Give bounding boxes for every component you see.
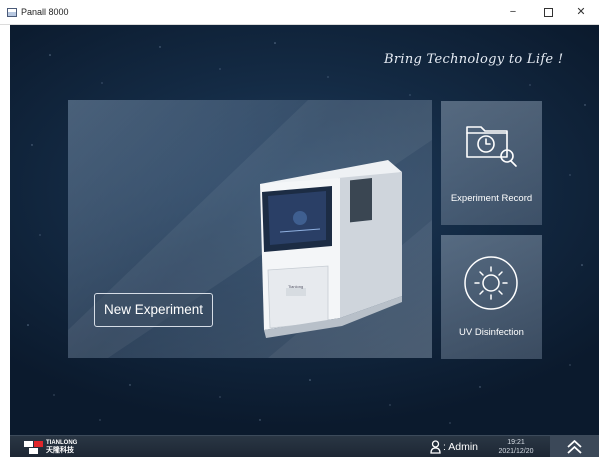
tianlong-logo: TIANLONG 天隆科技 — [24, 439, 94, 455]
folder-clock-search-icon — [466, 126, 517, 167]
experiment-record-tile[interactable]: Experiment Record — [441, 101, 542, 225]
window-title: Panall 8000 — [21, 7, 69, 17]
new-experiment-panel[interactable]: Tianlong New Experiment — [68, 100, 432, 358]
maximize-button[interactable] — [531, 0, 565, 25]
expand-menu-button[interactable] — [550, 436, 599, 457]
new-experiment-button[interactable]: New Experiment — [94, 293, 213, 327]
user-icon — [430, 440, 441, 454]
clock-date: 2021/12/20 — [498, 448, 534, 455]
clock-time: 19:21 — [507, 439, 525, 446]
uv-disinfection-label: UV Disinfection — [459, 327, 524, 338]
logo-english-text: TIANLONG — [46, 440, 78, 446]
user-label: : Admin — [443, 441, 479, 453]
window-titlebar: Panall 8000 − ✕ — [0, 0, 599, 25]
app-window-icon — [7, 8, 17, 17]
sun-icon — [464, 256, 518, 310]
maximize-icon — [543, 7, 553, 17]
logo-mark-icon — [24, 441, 43, 454]
close-button[interactable]: ✕ — [564, 0, 598, 25]
tagline: Bring Technology to Life ! — [384, 52, 564, 67]
uv-disinfection-tile[interactable]: UV Disinfection — [441, 235, 542, 359]
minimize-button[interactable]: − — [496, 0, 530, 25]
status-bar: TIANLONG 天隆科技 : Admin 19:21 2021/12/20 — [10, 435, 599, 457]
logo-chinese-text: 天隆科技 — [46, 447, 74, 454]
system-clock: 19:21 2021/12/20 — [496, 438, 536, 456]
experiment-record-label: Experiment Record — [450, 193, 533, 204]
device-badge: Tianlong — [288, 284, 304, 289]
app-main-screen: Bring Technology to Life ! Tianlong New … — [10, 25, 599, 457]
double-chevron-up-icon — [567, 440, 582, 454]
